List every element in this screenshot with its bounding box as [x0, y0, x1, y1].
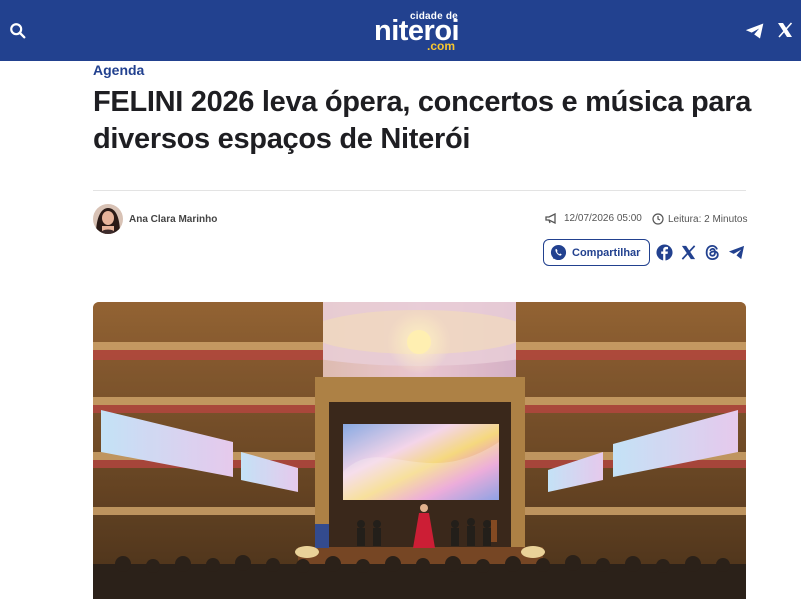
divider [93, 190, 746, 191]
reading-time: Leitura: 2 Minutos [652, 213, 748, 225]
x-icon[interactable] [777, 22, 793, 38]
x-icon[interactable] [680, 244, 697, 261]
share-label: Compartilhar [572, 246, 641, 259]
threads-icon[interactable] [704, 244, 721, 261]
author-name[interactable]: Ana Clara Marinho [129, 214, 217, 225]
article-title: FELINI 2026 leva ópera, concertos e músi… [93, 86, 752, 155]
whatsapp-icon [550, 244, 567, 261]
site-logo[interactable]: cidade de niteroi .com [372, 9, 468, 53]
reading-time-text: Leitura: 2 Minutos [668, 213, 748, 225]
telegram-icon[interactable] [745, 22, 765, 40]
article-category[interactable]: Agenda [93, 62, 144, 78]
share-button[interactable]: Compartilhar [543, 239, 650, 266]
logo-domain: .com [427, 39, 456, 53]
megaphone-icon [545, 213, 556, 224]
publish-date: 12/07/2026 05:00 [545, 213, 642, 224]
site-header: cidade de niteroi .com [0, 0, 801, 61]
telegram-icon[interactable] [728, 244, 745, 261]
clock-icon [652, 213, 664, 225]
search-icon[interactable] [9, 22, 27, 40]
facebook-icon[interactable] [656, 244, 673, 261]
publish-date-text: 12/07/2026 05:00 [564, 213, 642, 224]
author-avatar[interactable] [93, 204, 123, 234]
hero-image [93, 302, 746, 599]
